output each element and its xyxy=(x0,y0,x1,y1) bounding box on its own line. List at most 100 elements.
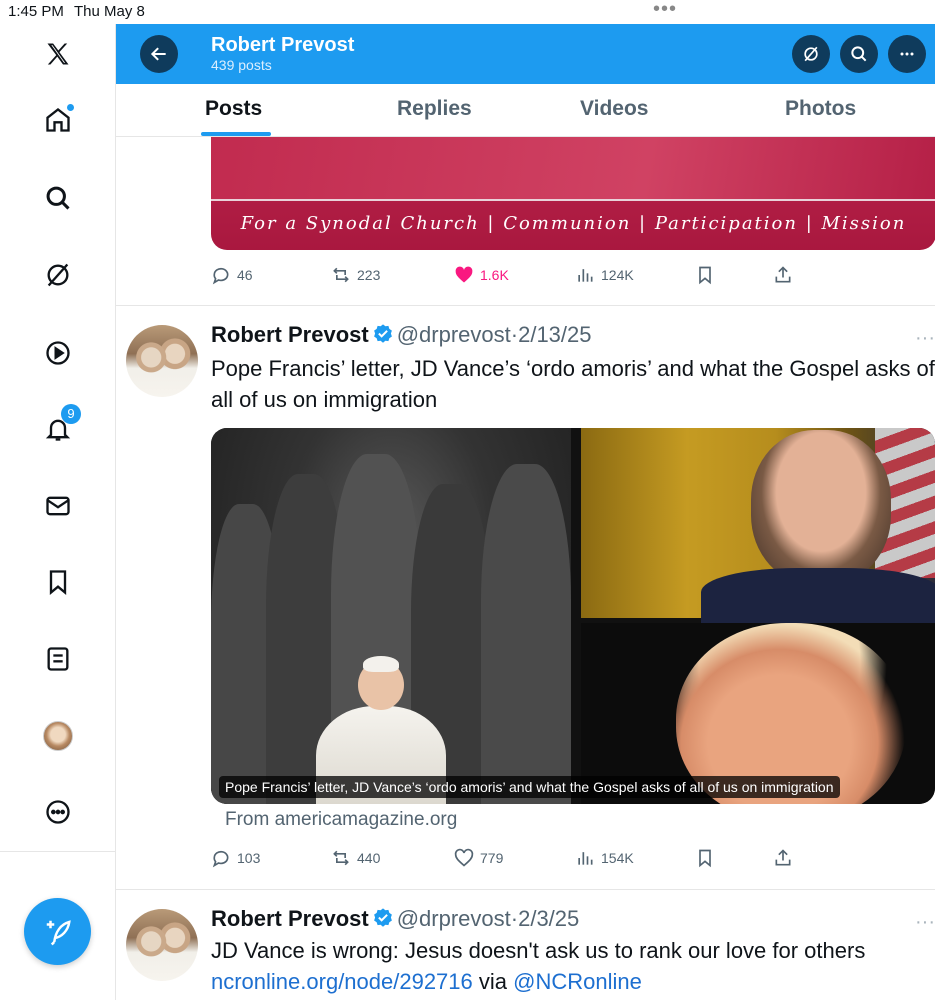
search-profile-button[interactable] xyxy=(840,35,878,73)
home-icon[interactable] xyxy=(38,100,78,140)
share-button[interactable] xyxy=(773,265,793,285)
tweet-date[interactable]: 2/13/25 xyxy=(518,322,591,347)
link-source[interactable]: From americamagazine.org xyxy=(225,809,457,831)
verified-badge-icon xyxy=(372,323,394,351)
tweet-actions: 46 223 1.6K 124K xyxy=(211,265,811,289)
mention-link[interactable]: @NCRonline xyxy=(513,969,642,994)
play-icon[interactable] xyxy=(38,333,78,373)
reply-button[interactable]: 46 xyxy=(211,265,253,285)
tweet-divider xyxy=(116,305,935,306)
tweet-actions: 103 440 779 154K xyxy=(211,848,811,872)
bookmark-icon xyxy=(699,266,711,285)
more-dots-icon xyxy=(900,52,914,56)
profile-name-title: Robert Prevost xyxy=(211,34,355,56)
repost-icon xyxy=(333,267,349,283)
status-time: 1:45 PM xyxy=(8,3,64,20)
date-separator: · xyxy=(510,906,519,931)
repost-count: 440 xyxy=(357,850,381,866)
vance-photo xyxy=(581,428,935,628)
tab-photos[interactable]: Photos xyxy=(785,97,856,121)
bookmark-button[interactable] xyxy=(695,848,715,868)
like-count: 779 xyxy=(480,850,504,866)
author-handle[interactable]: @drprevost xyxy=(397,322,511,347)
tweet-divider xyxy=(116,889,935,890)
link-card-caption: Pope Francis’ letter, JD Vance’s ‘ordo a… xyxy=(219,776,840,798)
share-button[interactable] xyxy=(773,848,793,868)
list-icon[interactable] xyxy=(38,639,78,679)
tweet-link[interactable]: ncronline.org/node/292716 xyxy=(211,969,473,994)
like-button[interactable]: 779 xyxy=(454,848,503,868)
post-count: 439 posts xyxy=(211,57,272,73)
view-count: 124K xyxy=(601,267,634,283)
compose-button[interactable] xyxy=(24,898,91,965)
heart-icon xyxy=(454,848,474,867)
author-name[interactable]: Robert Prevost xyxy=(211,906,369,931)
bookmark-button[interactable] xyxy=(695,265,715,285)
search-icon[interactable] xyxy=(38,178,78,218)
tweet-avatar[interactable] xyxy=(126,325,198,397)
grok-icon xyxy=(804,46,818,62)
bookmark-icon[interactable] xyxy=(38,562,78,602)
repost-icon xyxy=(333,850,349,866)
tweet-date[interactable]: 2/3/25 xyxy=(518,906,579,931)
x-logo-icon[interactable] xyxy=(38,34,78,74)
author-handle[interactable]: @drprevost xyxy=(397,906,511,931)
profile-header-bar: Robert Prevost 439 posts xyxy=(116,24,935,84)
view-count: 154K xyxy=(601,850,634,866)
share-icon xyxy=(775,266,791,283)
banner-text: For a Synodal Church | Communion | Parti… xyxy=(240,213,907,234)
notification-count-badge: 9 xyxy=(61,404,81,424)
verified-badge-icon xyxy=(372,907,394,935)
bell-icon[interactable]: 9 xyxy=(38,404,81,449)
tweet-text: Pope Francis’ letter, JD Vance’s ‘ordo a… xyxy=(211,356,935,412)
date-separator: · xyxy=(510,322,519,347)
repost-button[interactable]: 223 xyxy=(331,265,380,285)
back-button[interactable] xyxy=(140,35,178,73)
arrow-left-icon xyxy=(150,47,166,61)
sidebar-nav: 9 xyxy=(0,24,116,1000)
via-text: via xyxy=(472,969,514,994)
tweet-avatar[interactable] xyxy=(126,909,198,981)
reply-count: 46 xyxy=(237,267,253,283)
reply-button[interactable]: 103 xyxy=(211,848,260,868)
more-options-button[interactable] xyxy=(888,35,926,73)
reply-icon xyxy=(212,267,229,285)
like-button[interactable]: 1.6K xyxy=(454,265,509,285)
post-image-banner[interactable]: For a Synodal Church | Communion | Parti… xyxy=(211,137,935,250)
tweet-body: JD Vance is wrong: Jesus doesn't ask us … xyxy=(211,938,866,963)
tweet-text: JD Vance is wrong: Jesus doesn't ask us … xyxy=(211,935,935,997)
tab-replies[interactable]: Replies xyxy=(397,97,472,121)
banner-rule xyxy=(211,199,935,201)
mail-icon[interactable] xyxy=(38,486,78,526)
grok-button[interactable] xyxy=(792,35,830,73)
profile-avatar[interactable] xyxy=(38,716,78,756)
profile-tabs: Posts Replies Videos Photos xyxy=(116,84,935,137)
tweet-header: Robert Prevost @drprevost·2/13/25 xyxy=(211,322,592,351)
sidebar-divider xyxy=(0,851,115,852)
views-icon xyxy=(578,852,593,865)
tweet-more-icon[interactable]: ··· xyxy=(915,327,935,350)
tab-posts[interactable]: Posts xyxy=(205,97,262,121)
grok-icon[interactable] xyxy=(38,255,78,295)
views-icon xyxy=(578,269,593,282)
search-icon xyxy=(851,46,867,62)
reply-icon xyxy=(212,850,229,868)
multitasking-dots[interactable]: ••• xyxy=(653,0,677,21)
more-circle-icon[interactable] xyxy=(38,792,78,832)
timeline: For a Synodal Church | Communion | Parti… xyxy=(116,137,935,1000)
avatar xyxy=(43,721,73,751)
status-bar: 1:45 PM Thu May 8 ••• xyxy=(0,0,935,24)
link-card-image[interactable]: Pope Francis’ letter, JD Vance’s ‘ordo a… xyxy=(211,428,935,804)
heart-filled-icon xyxy=(455,266,473,283)
status-date: Thu May 8 xyxy=(74,3,145,20)
repost-button[interactable]: 440 xyxy=(331,848,380,868)
repost-count: 223 xyxy=(357,267,381,283)
views-button[interactable]: 124K xyxy=(575,265,634,285)
views-button[interactable]: 154K xyxy=(575,848,634,868)
active-tab-indicator xyxy=(201,132,271,136)
author-name[interactable]: Robert Prevost xyxy=(211,322,369,347)
bookmark-icon xyxy=(699,849,711,868)
tab-videos[interactable]: Videos xyxy=(580,97,648,121)
home-unread-dot xyxy=(67,104,74,111)
tweet-more-icon[interactable]: ··· xyxy=(915,911,935,934)
